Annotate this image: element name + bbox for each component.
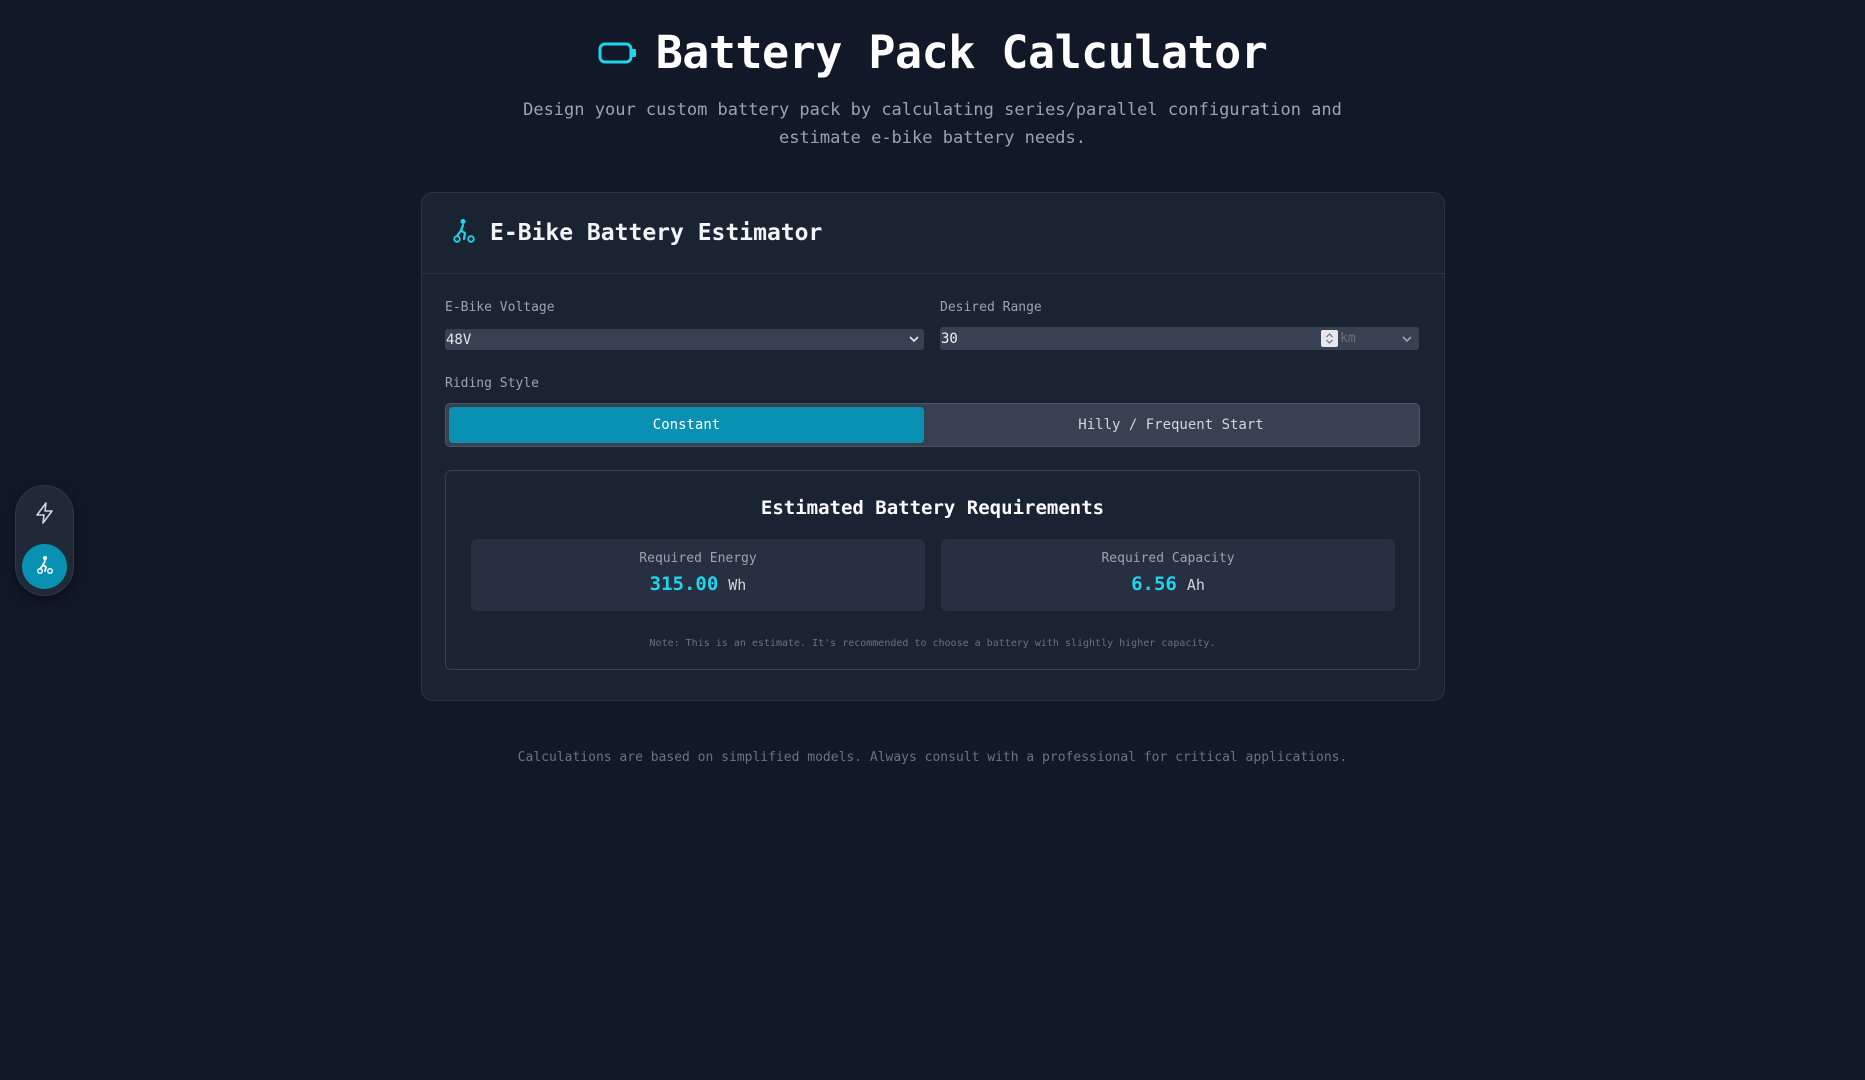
page-subtitle: Design your custom battery pack by calcu… — [0, 96, 1865, 152]
range-unit-value: km — [1340, 331, 1356, 346]
required-capacity-label: Required Capacity — [1101, 551, 1235, 566]
battery-icon — [598, 40, 638, 66]
bolt-icon — [35, 501, 55, 528]
required-energy-label: Required Energy — [639, 551, 757, 566]
subtitle-line-1: Design your custom battery pack by calcu… — [523, 100, 1342, 120]
range-unit-select[interactable]: km — [1338, 327, 1419, 350]
chevron-down-icon — [1401, 333, 1413, 349]
range-stepper[interactable] — [1321, 330, 1338, 347]
riding-style-label: Riding Style — [445, 376, 539, 391]
required-capacity-unit: Ah — [1186, 576, 1205, 594]
bike-icon — [452, 218, 476, 248]
ebike-estimator-card: E-Bike Battery Estimator E-Bike Voltage … — [421, 192, 1445, 701]
card-title: E-Bike Battery Estimator — [490, 220, 823, 246]
side-nav-battery-pack-button[interactable] — [22, 492, 67, 537]
side-nav — [15, 485, 74, 596]
range-input-value: 30 — [941, 330, 958, 347]
page-title: Battery Pack Calculator — [655, 26, 1268, 79]
title-row: Battery Pack Calculator — [0, 26, 1865, 79]
required-capacity-value: 6.56 — [1131, 573, 1177, 595]
estimate-note: Note: This is an estimate. It's recommen… — [649, 638, 1216, 649]
riding-style-hilly-button[interactable]: Hilly / Frequent Start — [924, 407, 1418, 443]
riding-style-toggle: Constant Hilly / Frequent Start — [445, 403, 1420, 447]
required-energy-value-row: 315.00 Wh — [471, 573, 925, 595]
required-energy-unit: Wh — [728, 576, 747, 594]
range-input[interactable]: 30 — [940, 327, 1324, 350]
card-header: E-Bike Battery Estimator — [422, 193, 1444, 274]
voltage-select[interactable]: 48V — [445, 329, 924, 350]
required-capacity-card: Required Capacity 6.56 Ah — [941, 539, 1395, 611]
required-capacity-value-row: 6.56 Ah — [941, 573, 1395, 595]
range-label: Desired Range — [940, 300, 1042, 315]
required-energy-value: 315.00 — [649, 573, 719, 595]
results-title: Estimated Battery Requirements — [760, 497, 1105, 519]
results-panel: Estimated Battery Requirements Required … — [445, 470, 1420, 670]
voltage-label: E-Bike Voltage — [445, 300, 555, 315]
subtitle-line-2: estimate e-bike battery needs. — [778, 128, 1087, 148]
voltage-select-value: 48V — [446, 331, 472, 348]
riding-style-constant-button[interactable]: Constant — [449, 407, 924, 443]
bike-icon — [35, 555, 55, 579]
footer-disclaimer: Calculations are based on simplified mod… — [517, 750, 1348, 765]
side-nav-ebike-button[interactable] — [22, 544, 67, 589]
required-energy-card: Required Energy 315.00 Wh — [471, 539, 925, 611]
range-field: 30 km — [940, 327, 1419, 350]
chevron-down-icon — [908, 333, 920, 349]
